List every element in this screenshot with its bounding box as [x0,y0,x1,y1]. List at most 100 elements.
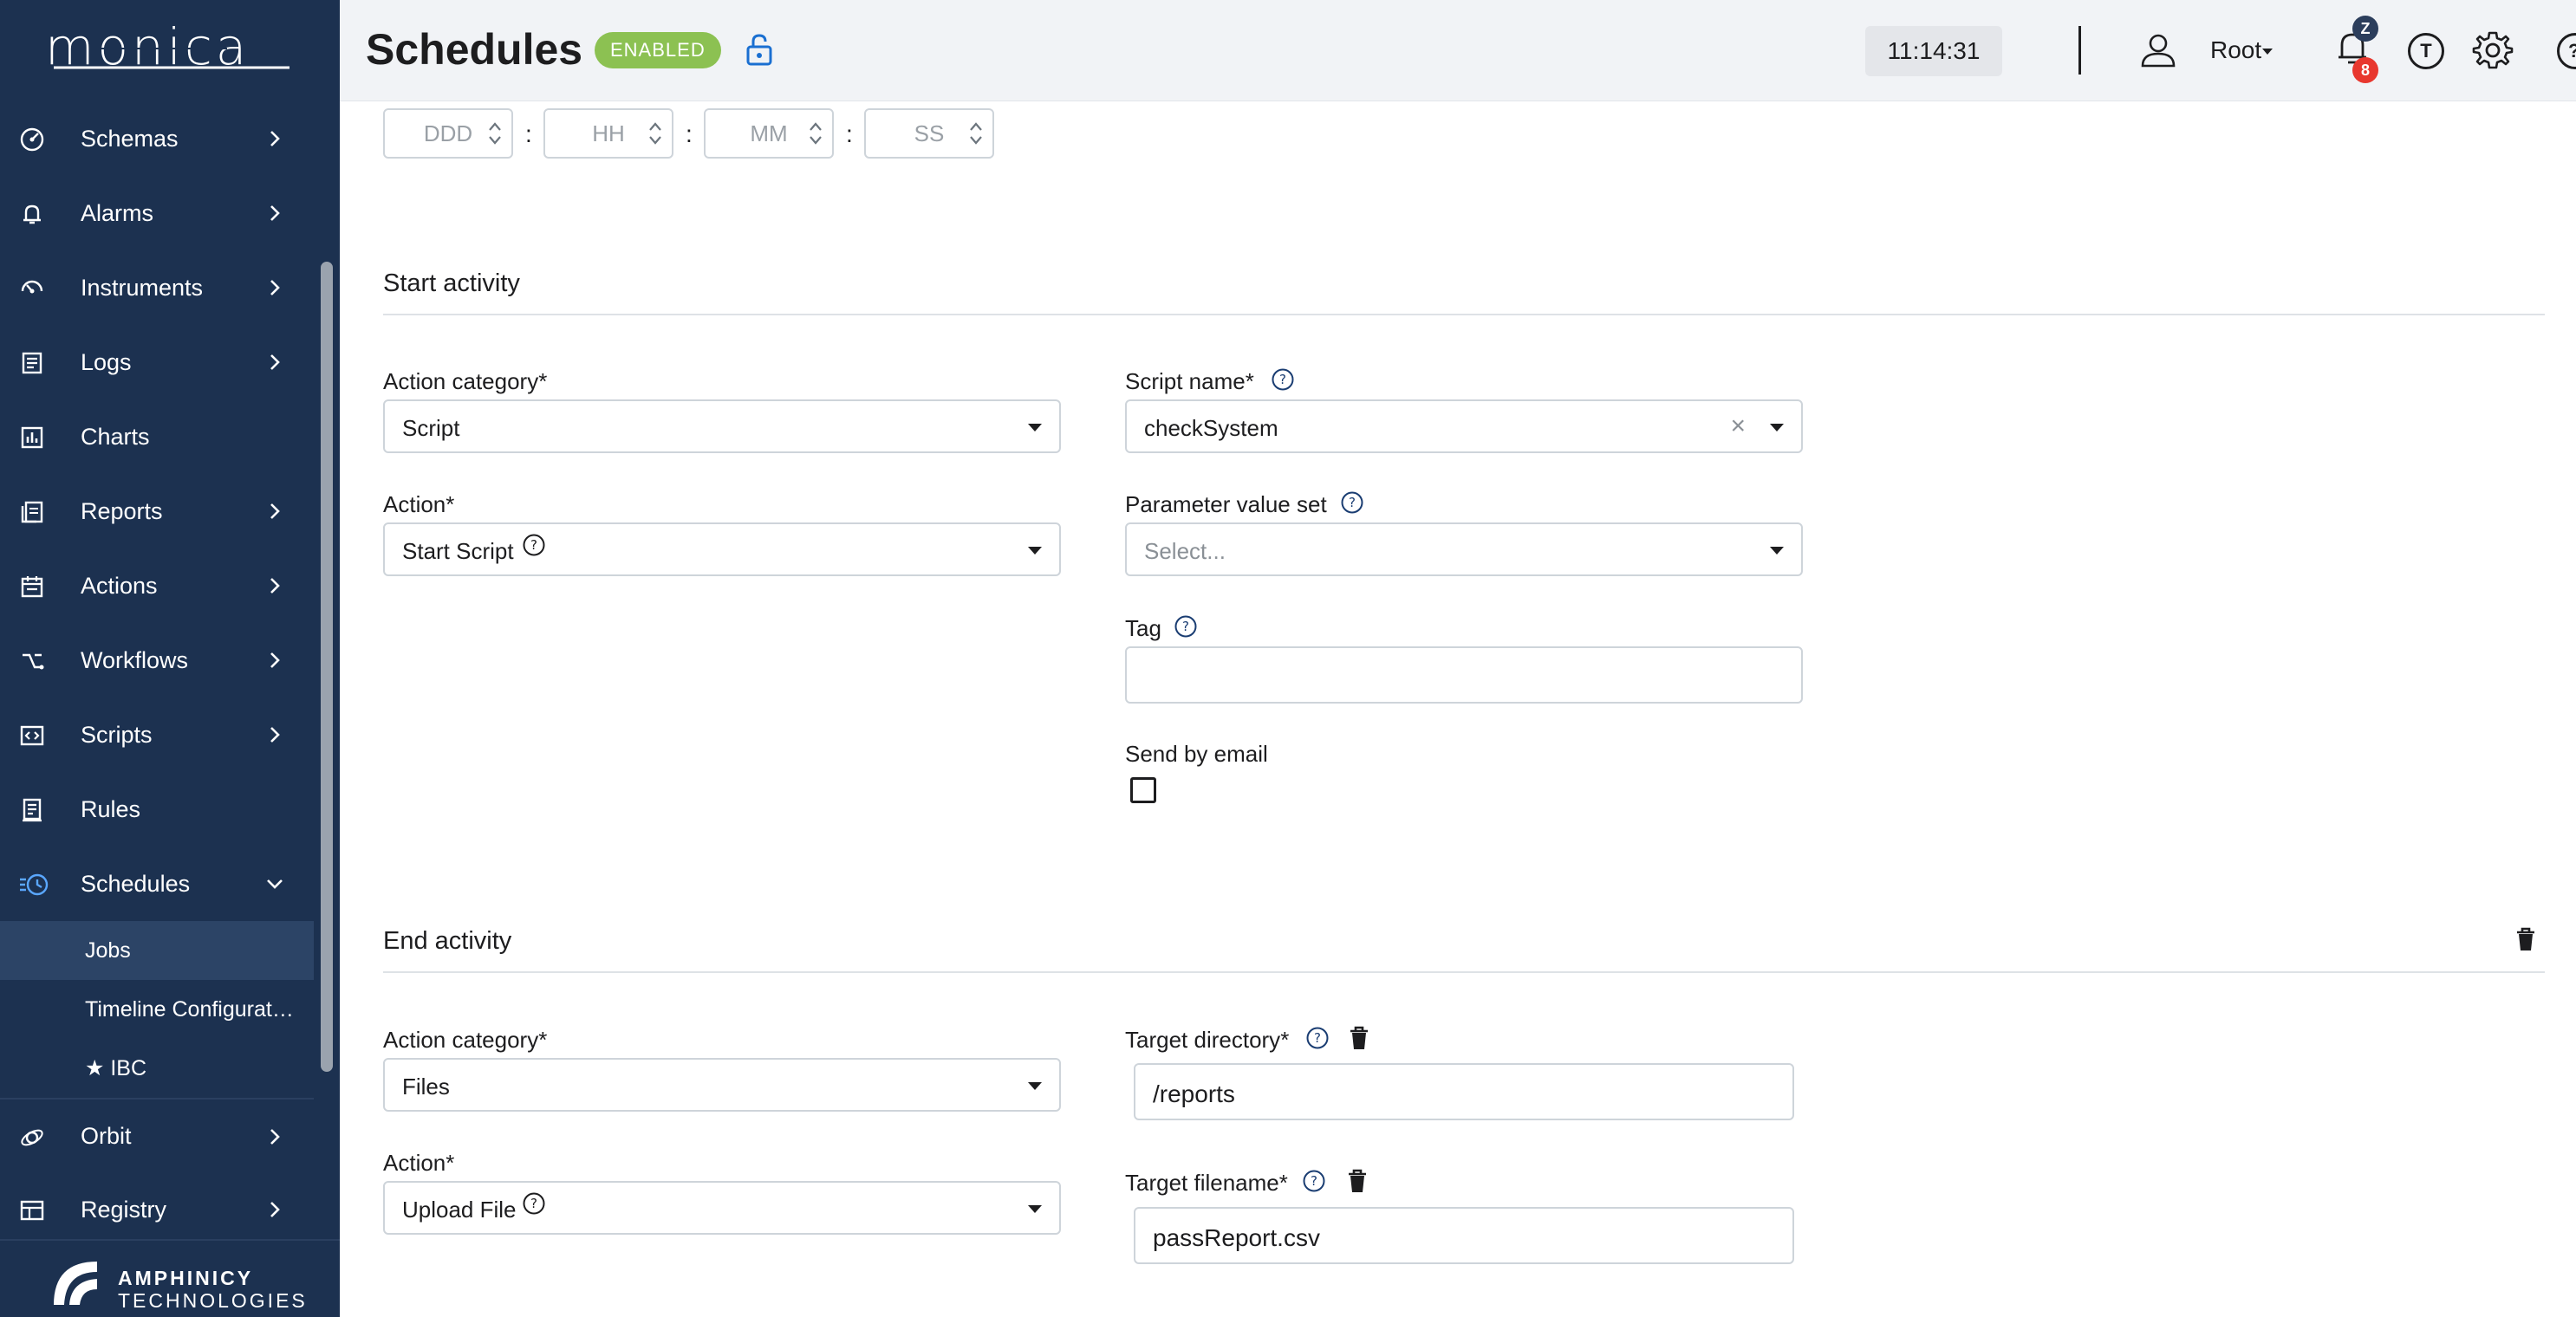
sidebar-item-label: Schedules [81,870,191,897]
label-text: Action category [383,368,539,394]
label-text: Action category [383,1027,539,1053]
section-divider [383,314,2545,315]
sidebar-item-logs[interactable]: Logs [0,325,314,399]
report-icon [21,501,43,523]
sidebar-item-rules[interactable]: Rules [0,772,314,847]
required-mark: * [1280,1027,1290,1053]
action-label: Action* [383,491,454,518]
send-by-email-label: Send by email [1125,741,1268,767]
monica-logo[interactable]: monica [45,17,296,76]
duration-seconds-input[interactable]: SS [864,108,994,159]
sidebar-item-charts[interactable]: Charts [0,399,314,474]
sidebar-item-label: Orbit [81,1122,132,1149]
help-circle-icon[interactable]: ? [1305,1026,1330,1050]
chevron-right-icon [270,131,280,146]
amphinicy-logo-text: AMPHINICY [118,1267,254,1289]
sidebar-item-label: Reports [81,497,163,524]
help-circle-icon[interactable]: ? [1340,490,1364,515]
sidebar-subitem-timeline-configuration[interactable]: Timeline Configurat… [0,980,314,1039]
svg-text:?: ? [1182,619,1189,634]
chevron-right-icon [270,578,280,594]
sidebar-item-schemas[interactable]: Schemas [0,101,314,176]
help-circle-icon[interactable]: ? [522,1191,546,1216]
help-button[interactable]: ? [2557,33,2576,69]
sidebar-item-registry[interactable]: Registry [0,1172,314,1247]
help-circle-icon[interactable]: ? [1271,367,1295,392]
stepper-arrows-icon[interactable] [485,119,504,148]
user-icon[interactable] [2139,31,2177,69]
help-circle-icon[interactable]: ? [1302,1169,1326,1193]
chevron-right-icon [270,652,280,668]
end-action-category-select[interactable]: Files [383,1058,1061,1112]
required-mark: * [538,1027,548,1053]
rules-icon [23,798,42,822]
input-value: passReport.csv [1153,1224,1320,1251]
log-icon [22,352,42,374]
target-directory-input[interactable]: /reports [1134,1063,1794,1120]
sidebar-item-reports[interactable]: Reports [0,474,314,548]
target-filename-input[interactable]: passReport.csv [1134,1207,1794,1264]
sidebar-item-schedules[interactable]: Schedules [0,847,314,921]
trash-icon[interactable] [1349,1026,1369,1050]
sidebar-subitem-jobs[interactable]: Jobs [0,921,314,980]
duration-hours-input[interactable]: HH [543,108,673,159]
sidebar-item-label: Rules [81,795,141,822]
status-badge: ENABLED [595,32,721,68]
sidebar-scrollbar-thumb[interactable] [321,262,333,1072]
sidebar-item-instruments[interactable]: Instruments [0,250,314,325]
duration-separator: : [846,120,853,147]
action-category-label: Action category* [383,368,547,395]
send-by-email-checkbox[interactable] [1130,777,1156,803]
action-select[interactable]: Start Script ? [383,522,1061,576]
stepper-arrows-icon[interactable] [646,119,665,148]
user-menu-button[interactable]: Root [2210,36,2261,64]
bell-icon [23,204,41,224]
chevron-right-icon [270,727,280,743]
calendar-icon [21,576,43,598]
amphinicy-logo-subtext: TECHNOLOGIES [118,1289,308,1312]
gauge-icon [21,280,43,294]
duration-placeholder: DDD [423,120,473,146]
gear-icon[interactable] [2472,29,2514,71]
sidebar-item-orbit[interactable]: Orbit [0,1098,314,1172]
label-text: Action [383,491,446,517]
trash-icon[interactable] [1347,1169,1368,1193]
workflow-icon [23,653,44,670]
select-value: checkSystem [1144,415,1278,441]
chevron-right-icon [270,205,280,221]
chevron-right-icon [270,1129,280,1145]
caret-down-icon [1028,1082,1042,1090]
tag-input[interactable] [1125,646,1803,704]
action-category-select[interactable]: Script [383,399,1061,453]
stepper-arrows-icon[interactable] [966,119,986,148]
sidebar-item-label: Scripts [81,721,153,748]
main-content: DDD : HH : MM : SS Start activity Action… [340,101,2576,1317]
caret-down-icon [1028,1205,1042,1213]
svg-text:?: ? [530,537,537,553]
clear-icon[interactable]: × [1730,412,1746,441]
help-circle-icon[interactable]: ? [522,533,546,557]
sidebar-item-workflows[interactable]: Workflows [0,623,314,697]
sidebar-item-actions[interactable]: Actions [0,548,314,623]
svg-text:?: ? [1311,1173,1317,1189]
sidebar-item-scripts[interactable]: Scripts [0,697,314,772]
theme-toggle-button[interactable]: T [2408,33,2444,69]
svg-text:?: ? [1349,495,1356,510]
sidebar-subitem-ibc[interactable]: ★ IBC [0,1039,314,1098]
sidebar-nav: Schemas Alarms Instruments Logs Charts R… [0,101,314,1247]
stepper-arrows-icon[interactable] [806,119,825,148]
tag-label: Tag [1125,615,1161,641]
duration-minutes-input[interactable]: MM [704,108,834,159]
help-circle-icon[interactable]: ? [1174,614,1198,639]
duration-days-input[interactable]: DDD [383,108,513,159]
caret-down-icon [1028,424,1042,431]
chart-icon [21,426,43,449]
sidebar-item-alarms[interactable]: Alarms [0,176,314,250]
trash-icon[interactable] [2515,927,2536,951]
svg-text:?: ? [530,1196,537,1211]
end-action-select[interactable]: Upload File ? [383,1181,1061,1235]
end-activity-title: End activity [383,927,512,955]
script-name-select[interactable]: checkSystem × [1125,399,1803,453]
parameter-value-set-select[interactable]: Select... [1125,522,1803,576]
unlock-icon[interactable] [744,33,775,66]
